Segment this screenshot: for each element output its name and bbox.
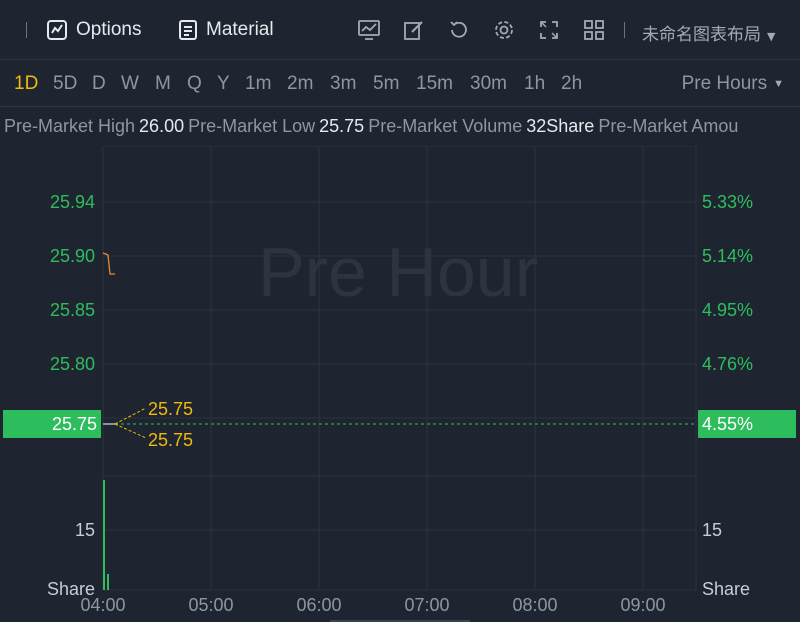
time-tick: 06:00 [296, 595, 341, 615]
interval-1d[interactable]: 1D [14, 73, 38, 95]
high-value: 26.00 [139, 116, 185, 136]
document-icon [179, 20, 197, 40]
time-tick: 04:00 [80, 595, 125, 615]
premarket-info: Pre-Market High 26.00 Pre-Market Low 25.75 P… [4, 116, 738, 137]
toolbar-divider [624, 22, 625, 38]
layout-name: 未命名图表布局 [642, 25, 761, 45]
annot-leader-high [114, 407, 147, 425]
chart-svg[interactable]: Pre Hour 25.94 25.90 25.85 25.80 5.33% 5… [0, 145, 800, 622]
annot-low: 25.75 [148, 430, 193, 450]
interval-15m[interactable]: 15m [416, 73, 453, 95]
chevron-down-icon: ▼ [767, 30, 776, 43]
settings-icon[interactable] [491, 17, 517, 43]
top-toolbar: Options Material 未命名图表布局 ▼ [0, 0, 800, 60]
interval-1m[interactable]: 1m [245, 73, 271, 95]
options-label: Options [76, 19, 142, 40]
volume-unit-right: Share [702, 579, 750, 599]
fullscreen-icon[interactable] [536, 17, 562, 43]
grid-icon[interactable] [581, 17, 607, 43]
refresh-icon[interactable] [446, 17, 472, 43]
time-tick: 07:00 [404, 595, 449, 615]
current-price-label: 25.75 [52, 414, 97, 434]
interval-2h[interactable]: 2h [561, 73, 582, 95]
pct-tick-right: 4.95% [702, 300, 753, 320]
price-tick-left: 25.94 [50, 192, 95, 212]
volume-bar [107, 574, 109, 590]
price-chart[interactable]: Pre Hour 25.94 25.90 25.85 25.80 5.33% 5… [0, 145, 800, 622]
interval-3m[interactable]: 3m [330, 73, 356, 95]
layout-selector[interactable]: 未命名图表布局 ▼ [642, 20, 775, 45]
pct-tick-right: 5.33% [702, 192, 753, 212]
volume-tick-left: 15 [75, 520, 95, 540]
interval-5m[interactable]: 5m [373, 73, 399, 95]
time-tick: 09:00 [620, 595, 665, 615]
volume-value: 32Share [526, 116, 595, 136]
volume-tick-right: 15 [702, 520, 722, 540]
interval-5d[interactable]: 5D [53, 73, 77, 95]
interval-w[interactable]: W [121, 73, 139, 95]
current-pct-label: 4.55% [702, 414, 753, 434]
interval-1h[interactable]: 1h [524, 73, 545, 95]
interval-q[interactable]: Q [187, 73, 202, 95]
interval-d[interactable]: D [92, 73, 106, 95]
time-tick: 05:00 [188, 595, 233, 615]
interval-m[interactable]: M [155, 73, 171, 95]
options-button[interactable]: Options [46, 16, 141, 44]
price-tick-left: 25.80 [50, 354, 95, 374]
interval-30m[interactable]: 30m [470, 73, 507, 95]
material-button[interactable]: Material [178, 16, 274, 44]
low-label: Pre-Market Low [188, 116, 316, 136]
amount-label: Pre-Market Amou [598, 116, 739, 136]
chart-icon[interactable] [356, 17, 382, 43]
price-tick-left: 25.85 [50, 300, 95, 320]
volume-bar [103, 480, 105, 590]
interval-2m[interactable]: 2m [287, 73, 313, 95]
session-selector[interactable]: Pre Hours ▼ [682, 73, 784, 95]
time-tick: 08:00 [512, 595, 557, 615]
high-label: Pre-Market High [4, 116, 136, 136]
pct-tick-right: 5.14% [702, 246, 753, 266]
annot-high: 25.75 [148, 399, 193, 419]
plot-frame [102, 145, 697, 591]
material-label: Material [206, 19, 274, 40]
session-label: Pre Hours [681, 73, 768, 94]
interval-bar: 1D 5D D W M Q Y 1m 2m 3m 5m 15m 30m 1h 2… [0, 61, 800, 107]
price-tick-left: 25.90 [50, 246, 95, 266]
annot-leader-low [114, 423, 147, 439]
low-value: 25.75 [319, 116, 365, 136]
watermark: Pre Hour [258, 233, 538, 311]
interval-y[interactable]: Y [217, 73, 230, 95]
toolbar-divider [26, 22, 27, 38]
pct-tick-right: 4.76% [702, 354, 753, 374]
chevron-down-icon: ▼ [773, 78, 784, 90]
options-icon [47, 20, 67, 40]
volume-label: Pre-Market Volume [368, 116, 523, 136]
edit-icon[interactable] [401, 17, 427, 43]
